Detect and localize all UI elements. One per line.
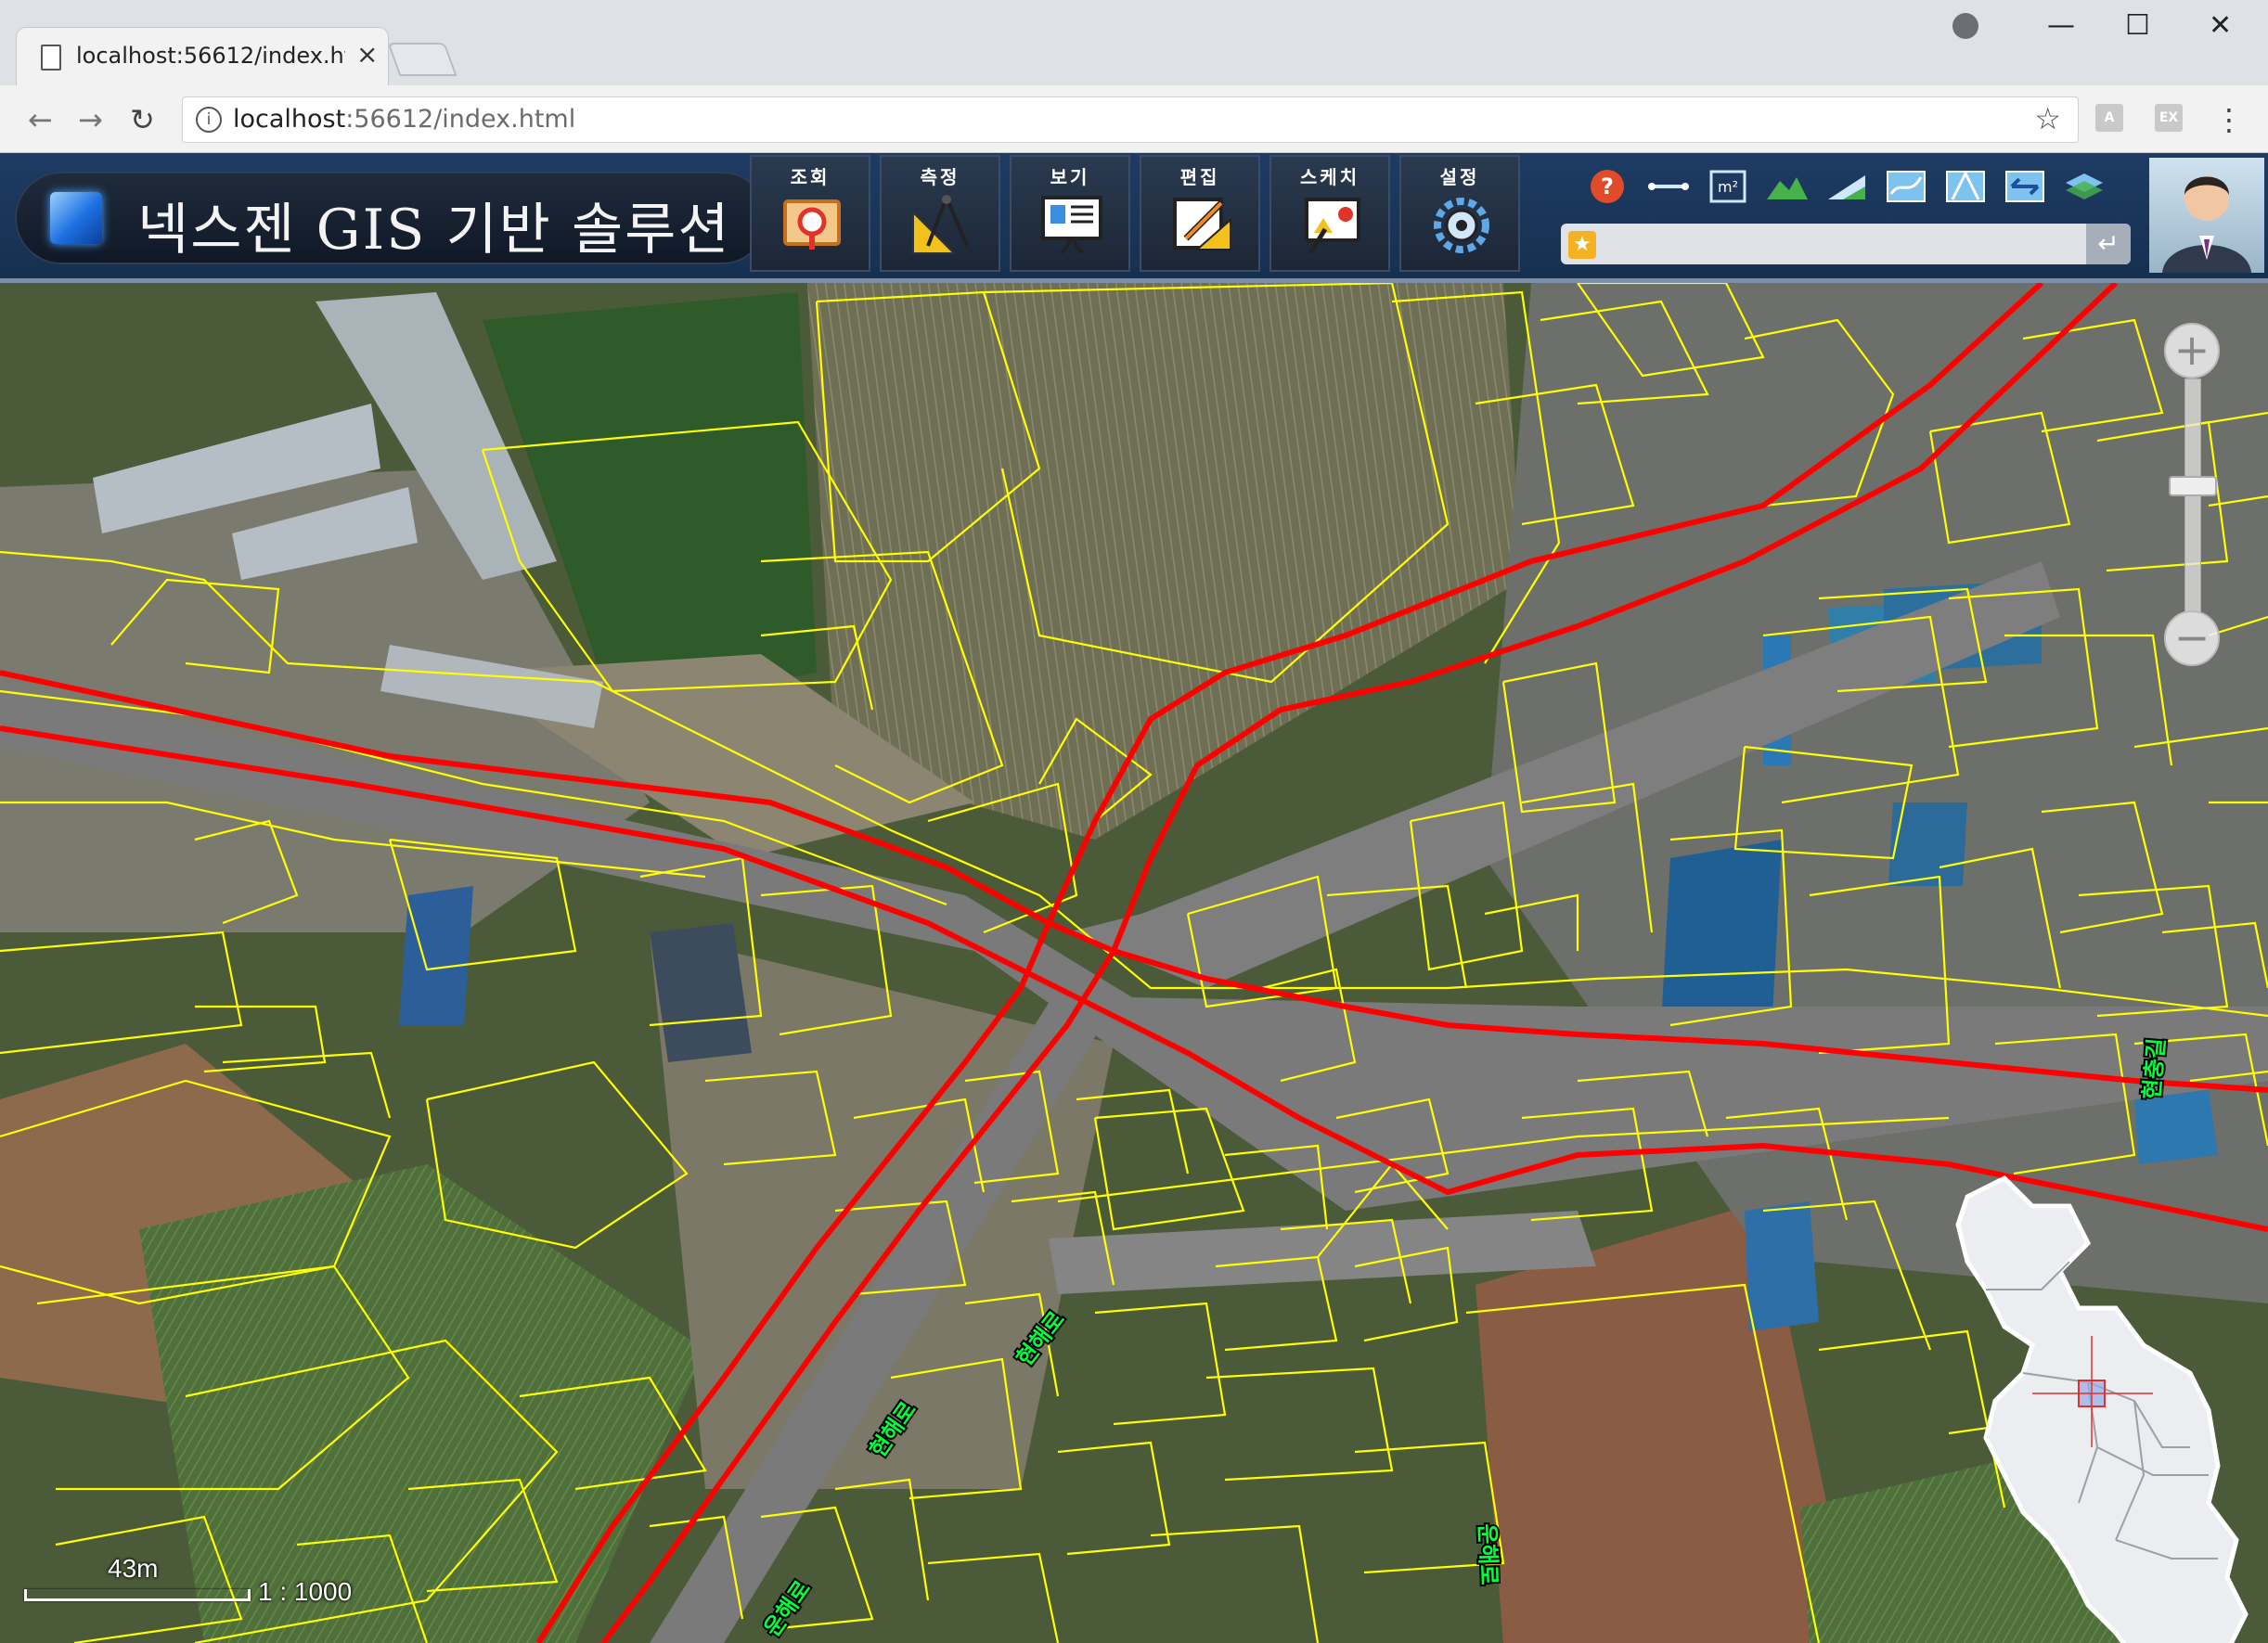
menu-sketch-button[interactable]: 스케치: [1269, 155, 1390, 272]
menu-edit-button[interactable]: 편집: [1140, 155, 1260, 272]
menu-label: 조회: [790, 166, 831, 188]
user-avatar[interactable]: [2149, 158, 2264, 273]
help-icon[interactable]: ?: [1587, 166, 1631, 207]
road-label-unhae-2: 운해로: [1474, 1523, 1501, 1585]
zoom-control: + −: [2164, 323, 2220, 666]
ex-icon[interactable]: EX: [2155, 104, 2183, 132]
menu-label: 설정: [1439, 166, 1480, 188]
site-info-icon[interactable]: i: [196, 107, 222, 133]
back-icon[interactable]: ←: [28, 102, 53, 137]
settings-gears-icon: [1434, 198, 1489, 253]
menu-measure-button[interactable]: 측정: [880, 155, 1000, 272]
menu-label: 측정: [920, 166, 960, 188]
forward-icon[interactable]: →: [78, 102, 103, 137]
bookmark-star-icon[interactable]: ☆: [2034, 101, 2061, 136]
url-text: localhost:56612/index.html: [233, 105, 575, 134]
close-window-icon[interactable]: ✕: [2209, 9, 2232, 42]
cube-logo-icon: [50, 192, 102, 244]
app-logo: 넥스젠 GIS 기반 솔루션: [15, 172, 768, 264]
zoom-slider-handle[interactable]: [2169, 476, 2217, 496]
account-icon[interactable]: [1952, 13, 1978, 39]
measure-area-icon[interactable]: m²: [1706, 166, 1750, 207]
road-label-hyeonchung: 현충길: [2139, 1037, 2171, 1100]
menu-label: 보기: [1050, 166, 1090, 188]
menu-settings-button[interactable]: 설정: [1399, 155, 1520, 272]
browser-tab[interactable]: localhost:56612/index.html ×: [17, 28, 388, 85]
zoom-in-button[interactable]: +: [2164, 323, 2220, 379]
url-host: localhost: [233, 105, 346, 134]
browser-toolbar: ← → ↻ i localhost:56612/index.html ☆ A E…: [0, 85, 2268, 153]
app-title: 넥스젠 GIS 기반 솔루션: [137, 198, 731, 263]
swap-icon[interactable]: [2003, 166, 2047, 207]
sketch-board-icon: [1305, 198, 1360, 255]
zoom-slider-track[interactable]: [2169, 379, 2217, 612]
zoom-out-button[interactable]: −: [2164, 610, 2220, 666]
scale-ratio: 1 : 1000: [258, 1577, 353, 1606]
map-canvas[interactable]: 현해로 현해로 운해로 운해로 현충길: [0, 283, 2268, 1643]
url-path: :56612/index.html: [345, 105, 576, 134]
menu-label: 스케치: [1299, 166, 1360, 188]
menu-view-button[interactable]: 보기: [1010, 155, 1130, 272]
tab-close-icon[interactable]: ×: [356, 39, 378, 70]
presentation-board-icon: [1041, 196, 1102, 255]
edit-pencil-icon: [1173, 198, 1231, 250]
menu-search-button[interactable]: 조회: [750, 155, 870, 272]
favorite-star-icon[interactable]: ★: [1568, 231, 1596, 259]
area-unit-label: m²: [1718, 178, 1738, 196]
address-bar[interactable]: i localhost:56612/index.html ☆: [182, 96, 2079, 143]
terrain-profile-icon[interactable]: [1765, 166, 1810, 207]
menu-label: 편집: [1179, 166, 1220, 188]
browser-menu-icon[interactable]: ⋮: [2214, 102, 2244, 137]
scale-bar: [24, 1589, 251, 1601]
layers-icon[interactable]: [2062, 166, 2107, 207]
new-tab-button[interactable]: [387, 43, 457, 76]
app-header: 넥스젠 GIS 기반 솔루션 조회 측정 보기 편집 스케치 설정 ? m² ★…: [0, 153, 2268, 283]
slope-icon[interactable]: [1824, 166, 1869, 207]
search-enter-icon[interactable]: ↵: [2086, 224, 2131, 264]
minimize-icon[interactable]: —: [2047, 9, 2075, 42]
tab-title: localhost:56612/index.html: [76, 43, 345, 69]
map-view[interactable]: 현해로 현해로 운해로 운해로 현충길 + − 43m 1 : 1000: [0, 283, 2268, 1643]
reload-icon[interactable]: ↻: [130, 102, 155, 137]
ruler-compass-icon: [912, 195, 969, 254]
measure-distance-icon[interactable]: [1646, 166, 1691, 207]
maximize-icon[interactable]: ☐: [2125, 9, 2150, 42]
search-box[interactable]: ★ ↵: [1561, 224, 2131, 264]
page-icon: [41, 45, 61, 71]
map-layer-2-icon[interactable]: [1943, 166, 1988, 207]
scale-distance: 43m: [108, 1554, 159, 1583]
pdf-icon[interactable]: A: [2095, 104, 2123, 132]
svg-text:?: ?: [1601, 173, 1614, 199]
map-layer-1-icon[interactable]: [1884, 166, 1928, 207]
search-map-icon: [783, 199, 841, 250]
browser-title-bar: localhost:56612/index.html × — ☐ ✕: [0, 0, 2268, 85]
